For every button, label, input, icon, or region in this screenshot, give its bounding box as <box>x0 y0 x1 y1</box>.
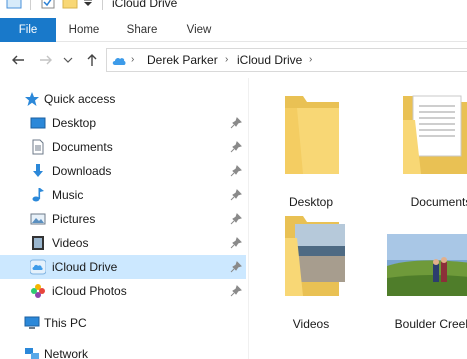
computer-icon <box>24 316 40 329</box>
nav-label: Pictures <box>52 212 96 226</box>
nav-label: Documents <box>52 140 113 154</box>
nav-item-pictures[interactable]: Pictures <box>0 207 246 231</box>
tab-share[interactable]: Share <box>120 18 164 42</box>
chevron-right-icon: › <box>131 54 135 65</box>
ribbon: File Home Share View <box>0 18 467 42</box>
nav-label: Music <box>52 188 84 202</box>
nav-item-videos[interactable]: Videos <box>0 231 246 255</box>
icloud-icon <box>112 57 126 65</box>
pin-icon[interactable] <box>230 261 242 273</box>
nav-item-downloads[interactable]: Downloads <box>0 159 246 183</box>
pin-icon[interactable] <box>230 165 242 177</box>
nav-item-icloud-drive[interactable]: iCloud Drive <box>0 255 246 279</box>
app-icon[interactable] <box>6 0 22 10</box>
nav-this-pc[interactable]: This PC <box>0 311 246 335</box>
new-folder-icon[interactable] <box>62 0 78 10</box>
arrow-left-icon <box>12 55 24 65</box>
title-separator <box>102 0 103 10</box>
chevron-down-icon <box>63 57 73 63</box>
star-icon <box>25 92 39 106</box>
address-bar[interactable]: › Derek Parker › iCloud Drive › <box>106 48 467 72</box>
navigation-pane: Quick access Desktop Documents Downloads… <box>0 78 248 359</box>
chevron-right-icon: › <box>225 54 229 65</box>
nav-item-music[interactable]: Music <box>0 183 246 207</box>
navigation-bar: › Derek Parker › iCloud Drive › <box>0 42 467 78</box>
back-button[interactable] <box>10 52 26 68</box>
pin-icon[interactable] <box>230 237 242 249</box>
forward-button[interactable] <box>38 52 54 68</box>
folder-icon <box>285 96 339 174</box>
photo-thumbnail <box>387 234 467 296</box>
videos-folder-icon <box>285 216 345 296</box>
file-list: Desktop Documents Videos Boulder Creek <box>249 78 467 359</box>
music-icon <box>32 188 44 202</box>
nav-label: Videos <box>52 236 89 250</box>
item-name: Desktop <box>288 195 334 209</box>
tab-home[interactable]: Home <box>62 18 106 42</box>
nav-label: This PC <box>44 316 87 330</box>
pin-icon[interactable] <box>230 117 242 129</box>
documents-icon <box>32 139 44 155</box>
pin-icon[interactable] <box>230 141 242 153</box>
nav-item-desktop[interactable]: Desktop <box>0 111 246 135</box>
title-separator <box>30 0 31 10</box>
item-name: Videos <box>292 317 330 331</box>
pin-icon[interactable] <box>230 285 242 297</box>
nav-label: Desktop <box>52 116 97 130</box>
icloud-drive-icon <box>30 259 46 275</box>
nav-label: Downloads <box>52 164 112 178</box>
nav-label: Network <box>44 347 89 359</box>
folder-item-videos[interactable]: Videos <box>263 212 359 332</box>
customize-toolbar-icon[interactable] <box>82 0 94 10</box>
up-button[interactable] <box>84 52 100 68</box>
folder-item-documents[interactable]: Documents <box>397 90 467 210</box>
chevron-right-icon: › <box>309 54 313 65</box>
downloads-icon <box>33 164 43 177</box>
documents-folder-icon <box>403 95 467 174</box>
nav-label: iCloud Drive <box>52 260 118 274</box>
tab-file[interactable]: File <box>0 18 56 42</box>
arrow-right-icon <box>40 55 52 65</box>
pin-icon[interactable] <box>230 189 242 201</box>
item-name: Boulder Creek <box>394 317 467 331</box>
nav-item-documents[interactable]: Documents <box>0 135 246 159</box>
window-title: iCloud Drive <box>112 0 178 10</box>
nav-network[interactable]: Network <box>0 342 246 359</box>
photo-item-boulder-creek[interactable]: Boulder Creek <box>385 212 467 332</box>
icloud-photos-icon <box>31 284 45 298</box>
tab-view[interactable]: View <box>178 18 220 42</box>
videos-icon <box>32 236 44 250</box>
breadcrumb-user[interactable]: Derek Parker <box>147 53 218 67</box>
nav-label: Quick access <box>44 92 116 106</box>
desktop-icon <box>30 117 46 129</box>
folder-item-desktop[interactable]: Desktop <box>263 90 359 210</box>
arrow-up-icon <box>87 54 97 66</box>
breadcrumb-icloud-drive[interactable]: iCloud Drive <box>237 53 302 67</box>
nav-label: iCloud Photos <box>52 284 127 298</box>
pin-icon[interactable] <box>230 213 242 225</box>
pictures-icon <box>30 213 46 225</box>
properties-icon[interactable] <box>40 0 56 10</box>
title-bar: iCloud Drive <box>0 0 467 18</box>
nav-item-icloud-photos[interactable]: iCloud Photos <box>0 279 246 303</box>
recent-locations-button[interactable] <box>62 52 74 68</box>
network-icon <box>25 348 39 359</box>
item-name: Documents <box>410 195 467 209</box>
nav-quick-access[interactable]: Quick access <box>0 87 246 111</box>
